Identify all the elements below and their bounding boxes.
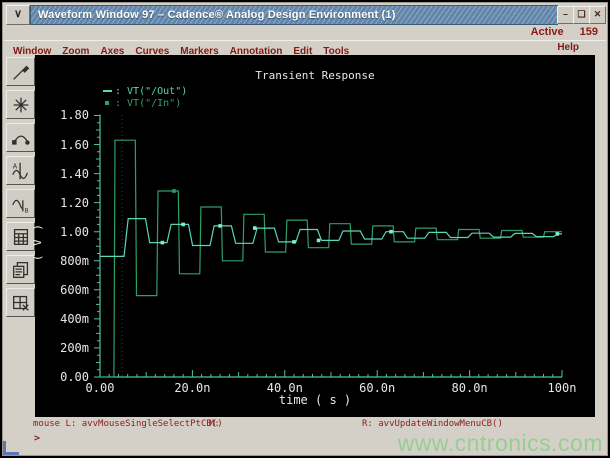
close-button[interactable]: ✕ — [589, 6, 606, 24]
arc-markers-icon — [10, 127, 32, 149]
menu-item-help[interactable]: Help — [557, 41, 579, 55]
out-point-marker — [317, 239, 321, 243]
snip-window-button[interactable] — [6, 288, 35, 317]
watermark: www.cntronics.com — [398, 430, 603, 457]
starburst-icon — [10, 94, 32, 116]
svg-text:B: B — [24, 206, 28, 214]
x-tick-label: 40.0n — [263, 382, 307, 395]
y-tick-label: 400m — [35, 313, 89, 326]
plot-area[interactable]: Transient Response : VT("/Out") : VT("/I… — [35, 55, 595, 417]
active-label: Active — [531, 26, 564, 38]
minimize-button[interactable]: – — [557, 6, 574, 24]
y-tick-label: 1.00 — [35, 226, 89, 239]
copy-window-icon — [10, 259, 32, 281]
main-area: A B Transient Response : VT("/Out") : VT(… — [4, 55, 606, 417]
out-point-marker — [161, 241, 165, 245]
maximize-icon: ❑ — [577, 9, 585, 19]
axis-lines — [100, 114, 562, 377]
menu-bar: Help WindowZoomAxesCurvesMarkersAnnotati… — [4, 40, 606, 56]
status-mouse-left: mouse L: avvMouseSingleSelectPtCB() — [33, 417, 223, 432]
out-point-marker — [389, 230, 393, 234]
brush-icon — [10, 61, 32, 83]
y-tick-label: 200m — [35, 342, 89, 355]
y-tick-label: 600m — [35, 284, 89, 297]
window-menu-button[interactable]: ∨ — [6, 5, 30, 25]
in-curve — [100, 140, 562, 377]
svg-text:A: A — [12, 161, 17, 170]
out-point-marker — [181, 223, 185, 227]
status-mouse-middle: M: — [209, 417, 220, 432]
calculator-icon — [10, 226, 32, 248]
window-title: Waveform Window 97 – Cadence® Analog Des… — [31, 9, 396, 21]
maximize-button[interactable]: ❑ — [573, 6, 590, 24]
arc-markers-button[interactable] — [6, 123, 35, 152]
out-point-marker — [253, 226, 257, 230]
x-tick-label: 60.0n — [355, 382, 399, 395]
marker-a-button[interactable]: A — [6, 156, 35, 185]
prompt-symbol: > — [34, 433, 40, 444]
resize-corner-grip[interactable] — [3, 441, 19, 455]
y-tick-label: 1.60 — [35, 139, 89, 152]
y-tick-label: 800m — [35, 255, 89, 268]
x-tick-label: 100n — [540, 382, 584, 395]
brush-button[interactable] — [6, 57, 35, 86]
x-tick-label: 80.0n — [448, 382, 492, 395]
out-point-marker — [292, 240, 296, 244]
starburst-button[interactable] — [6, 90, 35, 119]
close-icon: ✕ — [594, 9, 602, 19]
x-axis-unit-label: time ( s ) — [35, 393, 595, 407]
y-tick-label: 1.20 — [35, 197, 89, 210]
in-point-marker — [172, 189, 176, 193]
y-tick-label: 1.80 — [35, 109, 89, 122]
out-point-marker — [556, 232, 560, 236]
out-point-marker — [218, 224, 222, 228]
marker-b-button[interactable]: B — [6, 189, 35, 218]
waveform-window: ∨ Waveform Window 97 – Cadence® Analog D… — [0, 0, 610, 458]
minimize-icon: – — [563, 9, 568, 19]
x-axis-ticks — [100, 370, 562, 377]
x-tick-label: 20.0n — [170, 382, 214, 395]
waveform-canvas[interactable] — [35, 55, 595, 417]
y-axis-ticks — [94, 116, 100, 378]
y-tick-label: 1.40 — [35, 168, 89, 181]
chevron-down-icon: ∨ — [14, 8, 22, 20]
x-tick-label: 0.00 — [78, 382, 122, 395]
snip-window-icon — [10, 292, 32, 314]
marker-a-icon: A — [10, 160, 32, 182]
marker-b-icon: B — [10, 193, 32, 215]
titlebar[interactable]: Waveform Window 97 – Cadence® Analog Des… — [30, 5, 558, 25]
active-status: Active 159 — [531, 26, 598, 39]
active-count: 159 — [580, 26, 598, 38]
